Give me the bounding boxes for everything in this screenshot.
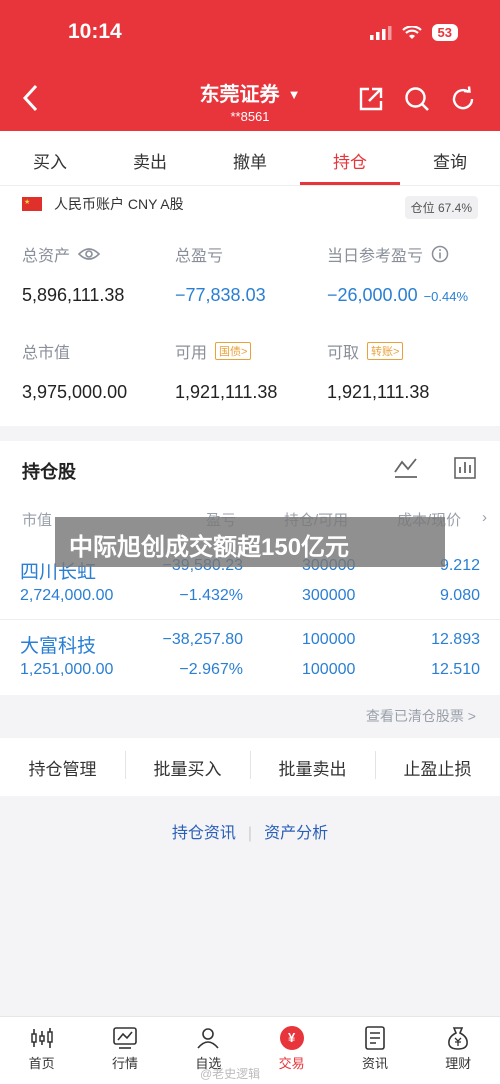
- news-overlay-banner: 中际旭创成交额超150亿元: [55, 517, 445, 567]
- daily-pnl-label: 当日参考盈亏: [327, 248, 424, 265]
- total-pnl-value: −77,838.03: [175, 285, 266, 305]
- col-market-value: 市值: [22, 512, 53, 529]
- stock-name: 大富科技: [20, 636, 97, 657]
- nav-trade-label: 交易: [278, 1056, 305, 1071]
- daily-pnl-value: −26,000.00: [327, 285, 418, 305]
- person-icon: [167, 1025, 250, 1051]
- available-funds: 可用 国债> 1,921,111.38: [175, 339, 277, 403]
- stock-available: 300000: [302, 587, 356, 604]
- daily-pnl-percent: −0.44%: [423, 289, 469, 304]
- tab-cancel[interactable]: 撤单: [200, 131, 300, 185]
- position-news-link[interactable]: 持仓资讯: [160, 825, 248, 842]
- batch-sell-button[interactable]: 批量卖出: [250, 750, 375, 780]
- bar-chart-icon[interactable]: [454, 457, 476, 479]
- header-icons: [356, 84, 478, 114]
- top-bar: 10:14 53 东莞证券 ▼ **8561: [0, 0, 500, 131]
- stock-price: 9.080: [439, 587, 480, 604]
- stock-market-value: 2,724,000.00: [20, 587, 114, 604]
- tab-buy[interactable]: 买入: [0, 131, 100, 185]
- available-label: 可用: [175, 345, 208, 362]
- stock-hold: 100000: [302, 631, 356, 648]
- market-value-label: 总市值: [22, 345, 71, 362]
- currency-label: 人民币账户 CNY A股: [54, 196, 184, 212]
- watermark: @老史逻辑: [200, 1067, 261, 1081]
- nav-market[interactable]: 行情: [83, 1017, 166, 1084]
- signal-icon: [369, 25, 392, 40]
- view-cleared-stocks-link[interactable]: 查看已清仓股票 >: [366, 706, 476, 726]
- position-row[interactable]: 大富科技 1,251,000.00 −38,257.80 −2.967% 100…: [0, 627, 500, 695]
- status-icons: 53: [369, 24, 458, 41]
- bond-link[interactable]: 国债>: [215, 342, 252, 360]
- nav-market-label: 行情: [111, 1056, 138, 1071]
- nav-trade[interactable]: ¥ 交易: [250, 1017, 333, 1084]
- tab-query[interactable]: 查询: [400, 131, 500, 185]
- chart-icon: [83, 1025, 166, 1051]
- status-time: 10:14: [68, 20, 122, 43]
- candlestick-icon: [0, 1025, 83, 1051]
- nav-wealth[interactable]: 理财: [417, 1017, 500, 1084]
- withdrawable-label: 可取: [327, 345, 360, 362]
- stop-profit-loss-button[interactable]: 止盈止损: [375, 750, 500, 780]
- refresh-icon[interactable]: [448, 84, 478, 114]
- tab-positions[interactable]: 持仓: [300, 131, 400, 185]
- total-assets-value: 5,896,111.38: [22, 285, 125, 305]
- trade-tabs: 买入 卖出 撤单 持仓 查询: [0, 131, 500, 186]
- stock-available: 100000: [302, 661, 356, 678]
- stock-cost: 12.893: [431, 631, 480, 648]
- total-pnl-label: 总盈亏: [175, 248, 224, 265]
- stock-cost: 9.212: [439, 557, 480, 574]
- battery-indicator: 53: [431, 24, 458, 41]
- daily-pnl: 当日参考盈亏 −26,000.00 −0.44%: [327, 242, 468, 306]
- broker-name: 东莞证券: [199, 84, 280, 106]
- account-summary: 人民币账户 CNY A股 仓位 67.4% 总资产 5,896,111.38 总…: [0, 186, 500, 426]
- stock-market-value: 1,251,000.00: [20, 661, 114, 678]
- manage-positions-button[interactable]: 持仓管理: [0, 755, 125, 780]
- nav-news-label: 资讯: [361, 1056, 388, 1071]
- asset-analysis-link[interactable]: 资产分析: [252, 825, 340, 842]
- stock-pnl-percent: −2.967%: [179, 661, 243, 678]
- currency-account: 人民币账户 CNY A股: [22, 194, 184, 214]
- chevron-right-icon: ›: [482, 509, 487, 526]
- row-divider: [0, 619, 500, 620]
- nav-news[interactable]: 资讯: [333, 1017, 416, 1084]
- transfer-link[interactable]: 转账>: [367, 342, 404, 360]
- nav-wealth-label: 理财: [445, 1056, 472, 1071]
- withdrawable-value: 1,921,111.38: [327, 382, 430, 402]
- positions-title: 持仓股: [22, 462, 76, 482]
- nav-home[interactable]: 首页: [0, 1017, 83, 1084]
- share-icon[interactable]: [356, 84, 386, 114]
- position-ratio-badge: 仓位 67.4%: [404, 196, 478, 219]
- stock-price: 12.510: [431, 661, 480, 678]
- positions-section: 持仓股 市值 盈亏 持仓/可用 成本/现价 › 四川长虹 2,724,000.0…: [0, 441, 500, 695]
- stock-pnl-percent: −1.432%: [179, 587, 243, 604]
- yuan-icon: ¥: [279, 1026, 304, 1050]
- nav-home-label: 首页: [28, 1056, 55, 1071]
- positions-tools: [394, 457, 476, 479]
- total-assets: 总资产 5,896,111.38: [22, 242, 124, 306]
- caret-down-icon: ▼: [287, 87, 301, 102]
- withdrawable-funds: 可取 转账> 1,921,111.38: [327, 339, 429, 403]
- market-value-value: 3,975,000.00: [22, 382, 128, 402]
- info-icon[interactable]: [431, 245, 449, 263]
- eye-icon[interactable]: [78, 247, 101, 261]
- total-assets-label: 总资产: [22, 248, 71, 265]
- document-icon: [333, 1025, 416, 1051]
- market-value: 总市值 3,975,000.00: [22, 339, 127, 403]
- search-icon[interactable]: [402, 84, 432, 114]
- batch-buy-button[interactable]: 批量买入: [125, 750, 250, 780]
- available-value: 1,921,111.38: [175, 382, 278, 402]
- china-flag-icon: [22, 197, 42, 211]
- wifi-icon: [401, 25, 422, 39]
- footer-links: 持仓资讯 | 资产分析: [0, 819, 500, 843]
- trend-chart-icon[interactable]: [394, 457, 418, 479]
- moneybag-icon: [417, 1025, 500, 1051]
- tab-sell[interactable]: 卖出: [100, 131, 200, 185]
- position-actions: 持仓管理 批量买入 批量卖出 止盈止损: [0, 738, 500, 796]
- stock-pnl: −38,257.80: [162, 631, 243, 648]
- total-pnl: 总盈亏 −77,838.03: [175, 242, 266, 306]
